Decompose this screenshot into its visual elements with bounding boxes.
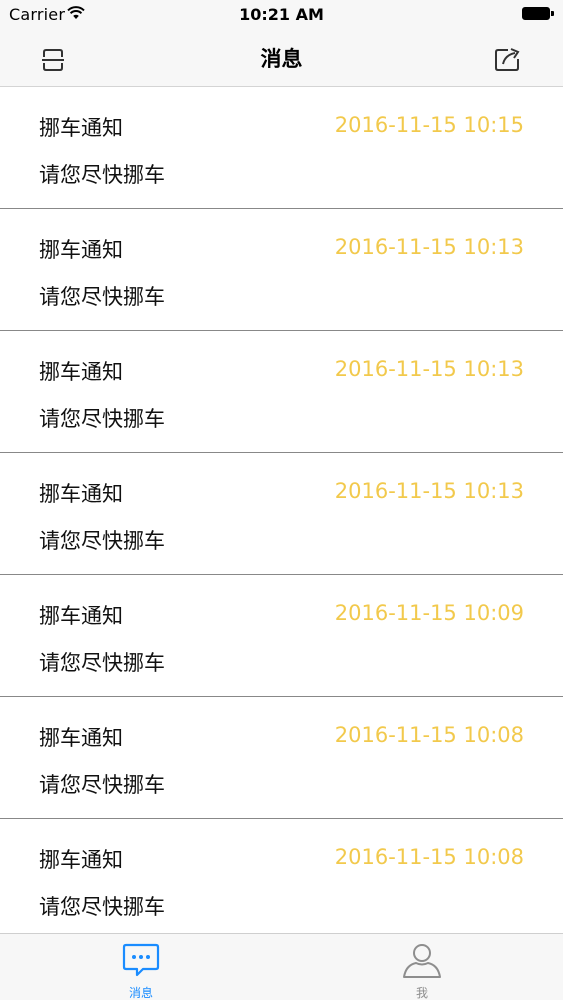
message-title: 挪车通知	[39, 726, 123, 750]
clock-time: 10:21 AM	[239, 5, 324, 24]
message-time: 2016-11-15 10:09	[334, 601, 524, 625]
message-row[interactable]: 挪车通知 2016-11-15 10:08 请您尽快挪车	[0, 697, 563, 819]
message-text: 请您尽快挪车	[39, 285, 165, 309]
share-icon[interactable]	[494, 46, 522, 72]
status-bar: Carrier 10:21 AM	[0, 0, 563, 30]
person-icon	[403, 944, 441, 978]
message-row[interactable]: 挪车通知 2016-11-15 10:13 请您尽快挪车	[0, 453, 563, 575]
message-title: 挪车通知	[39, 604, 123, 628]
message-row[interactable]: 挪车通知 2016-11-15 10:08 请您尽快挪车	[0, 819, 563, 933]
message-text: 请您尽快挪车	[39, 163, 165, 187]
message-time: 2016-11-15 10:13	[334, 235, 524, 259]
message-text: 请您尽快挪车	[39, 895, 165, 919]
tab-messages[interactable]: 消息	[91, 934, 191, 1000]
message-time: 2016-11-15 10:08	[334, 723, 524, 747]
message-text: 请您尽快挪车	[39, 529, 165, 553]
message-title: 挪车通知	[39, 116, 123, 140]
message-row[interactable]: 挪车通知 2016-11-15 10:09 请您尽快挪车	[0, 575, 563, 697]
message-text: 请您尽快挪车	[39, 407, 165, 431]
tab-bar: 消息 我	[0, 933, 563, 1000]
message-row[interactable]: 挪车通知 2016-11-15 10:15 请您尽快挪车	[0, 87, 563, 209]
chat-bubble-icon	[122, 943, 160, 977]
message-text: 请您尽快挪车	[39, 773, 165, 797]
page-title: 消息	[260, 47, 303, 71]
message-title: 挪车通知	[39, 848, 123, 872]
message-title: 挪车通知	[39, 360, 123, 384]
message-row[interactable]: 挪车通知 2016-11-15 10:13 请您尽快挪车	[0, 209, 563, 331]
tab-label: 我	[415, 986, 428, 1000]
battery-icon	[522, 7, 555, 22]
tab-label: 消息	[128, 986, 153, 1000]
message-time: 2016-11-15 10:13	[334, 479, 524, 503]
message-time: 2016-11-15 10:15	[334, 113, 524, 137]
message-list: 挪车通知 2016-11-15 10:15 请您尽快挪车 挪车通知 2016-1…	[0, 87, 563, 933]
message-title: 挪车通知	[39, 482, 123, 506]
message-time: 2016-11-15 10:13	[334, 357, 524, 381]
app-screen: Carrier 10:21 AM 消息 挪车通知 2016-11-15 10:1…	[0, 0, 563, 1000]
tab-me[interactable]: 我	[372, 934, 472, 1000]
message-time: 2016-11-15 10:08	[334, 845, 524, 869]
message-row[interactable]: 挪车通知 2016-11-15 10:13 请您尽快挪车	[0, 331, 563, 453]
message-title: 挪车通知	[39, 238, 123, 262]
navigation-bar: 消息	[0, 30, 563, 87]
message-text: 请您尽快挪车	[39, 651, 165, 675]
